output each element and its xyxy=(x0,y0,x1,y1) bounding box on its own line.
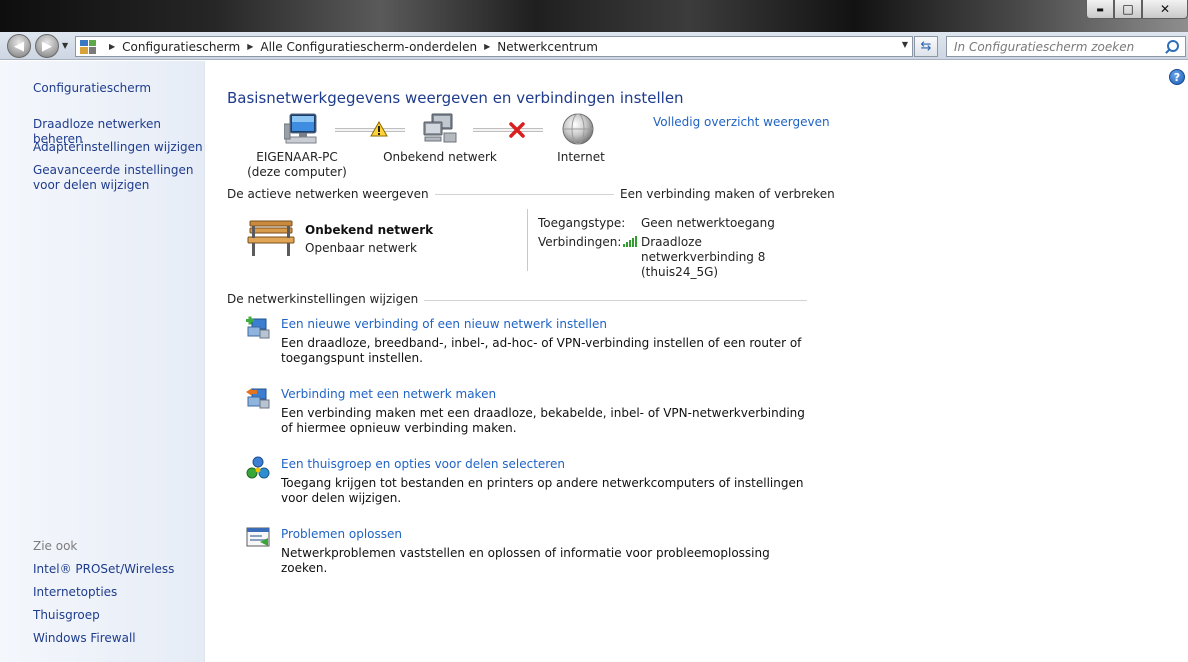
computer-subtitle: (deze computer) xyxy=(247,165,347,179)
connection-name[interactable]: Draadloze netwerkverbinding 8 xyxy=(641,235,816,265)
troubleshoot-icon[interactable] xyxy=(246,526,270,550)
address-dropdown-icon[interactable]: ▼ xyxy=(902,40,908,49)
connection-ssid[interactable]: (thuis24_5G) xyxy=(641,265,816,280)
refresh-icon: ⇆ xyxy=(920,39,932,54)
task-homegroup-link[interactable]: Een thuisgroep en opties voor delen sele… xyxy=(281,457,565,471)
active-networks-heading: De actieve netwerken weergeven xyxy=(227,187,435,201)
forward-arrow-icon: ▶ xyxy=(42,38,52,54)
sidebar-link-sharing[interactable]: Geavanceerde instellingen voor delen wij… xyxy=(33,163,203,193)
red-x-icon xyxy=(509,122,525,138)
caption-buttons: ▬ □ ✕ xyxy=(1086,0,1188,20)
computer-label: EIGENAAR-PC (deze computer) xyxy=(237,150,357,180)
task-homegroup-desc: Toegang krijgen tot bestanden en printer… xyxy=(281,476,804,505)
back-button[interactable]: ◀ xyxy=(7,34,31,58)
chevron-right-icon[interactable]: ▶ xyxy=(109,42,115,51)
connections-label: Verbindingen: xyxy=(538,235,622,249)
see-also-heading: Zie ook xyxy=(33,539,78,553)
window-titlebar: ▬ □ ✕ xyxy=(0,0,1188,32)
address-bar[interactable]: ▶ Configuratiescherm ▶ Alle Configuratie… xyxy=(75,36,913,57)
refresh-button[interactable]: ⇆ xyxy=(914,36,938,57)
recent-pages-dropdown[interactable]: ▼ xyxy=(62,41,68,50)
minimize-button[interactable]: ▬ xyxy=(1086,0,1114,19)
search-input[interactable]: In Configuratiescherm zoeken xyxy=(947,40,1164,54)
computer-name: EIGENAAR-PC xyxy=(256,150,338,164)
network-icon[interactable] xyxy=(422,112,458,146)
wireless-connection-link[interactable]: Draadloze netwerkverbinding 8 (thuis24_5… xyxy=(641,235,816,280)
active-network-type[interactable]: Openbaar netwerk xyxy=(305,241,417,255)
homegroup-icon[interactable] xyxy=(246,456,270,480)
page-title: Basisnetwerkgegevens weergeven en verbin… xyxy=(227,89,684,107)
search-box[interactable]: In Configuratiescherm zoeken xyxy=(946,36,1186,57)
see-also-firewall[interactable]: Windows Firewall xyxy=(33,631,203,646)
vertical-divider xyxy=(527,209,528,271)
breadcrumb-control-panel[interactable]: Configuratiescherm xyxy=(122,40,240,54)
internet-globe-icon[interactable] xyxy=(561,112,595,146)
sidebar-link-adapter[interactable]: Adapterinstellingen wijzigen xyxy=(33,140,203,155)
maximize-button[interactable]: □ xyxy=(1114,0,1142,19)
connect-disconnect-link[interactable]: Een verbinding maken of verbreken xyxy=(614,187,835,201)
main-content: ? Basisnetwerkgegevens weergeven en verb… xyxy=(206,61,1188,662)
change-settings-heading: De netwerkinstellingen wijzigen xyxy=(227,292,425,306)
new-connection-icon[interactable] xyxy=(246,316,270,340)
internet-label: Internet xyxy=(557,150,605,164)
see-also-homegroup[interactable]: Thuisgroep xyxy=(33,608,203,623)
full-map-link[interactable]: Volledig overzicht weergeven xyxy=(653,115,830,129)
task-new-connection-link[interactable]: Een nieuwe verbinding of een nieuw netwe… xyxy=(281,317,607,331)
breadcrumb-all-items[interactable]: Alle Configuratiescherm-onderdelen xyxy=(260,40,477,54)
search-icon[interactable] xyxy=(1164,38,1182,56)
public-network-bench-icon[interactable] xyxy=(246,217,296,259)
back-arrow-icon: ◀ xyxy=(14,38,24,54)
task-troubleshoot-link[interactable]: Problemen oplossen xyxy=(281,527,402,541)
chevron-right-icon[interactable]: ▶ xyxy=(484,42,490,51)
task-new-connection-desc: Een draadloze, breedband-, inbel-, ad-ho… xyxy=(281,336,802,365)
task-connect-network-link[interactable]: Verbinding met een netwerk maken xyxy=(281,387,496,401)
see-also-internet-options[interactable]: Internetopties xyxy=(33,585,203,600)
sidebar-home-link[interactable]: Configuratiescherm xyxy=(33,81,203,96)
control-panel-icon xyxy=(80,39,96,54)
breadcrumb-network-center[interactable]: Netwerkcentrum xyxy=(497,40,598,54)
see-also-intel[interactable]: Intel® PROSet/Wireless xyxy=(33,562,203,577)
warning-icon xyxy=(370,121,388,137)
access-type-label: Toegangstype: xyxy=(538,216,626,230)
chevron-right-icon[interactable]: ▶ xyxy=(247,42,253,51)
navigation-bar: ◀ ▶ ▼ ▶ Configuratiescherm ▶ Alle Config… xyxy=(0,32,1188,60)
task-connect-network-desc: Een verbinding maken met een draadloze, … xyxy=(281,406,805,435)
help-icon[interactable]: ? xyxy=(1169,69,1185,85)
wifi-signal-icon xyxy=(623,236,637,247)
network-label: Onbekend netwerk xyxy=(383,150,497,164)
forward-button[interactable]: ▶ xyxy=(35,34,59,58)
close-button[interactable]: ✕ xyxy=(1142,0,1188,19)
access-type-value: Geen netwerktoegang xyxy=(641,216,775,230)
sidebar: Configuratiescherm Draadloze netwerken b… xyxy=(0,61,205,662)
active-network-name: Onbekend netwerk xyxy=(305,223,434,237)
connect-network-icon[interactable] xyxy=(246,386,270,410)
computer-icon[interactable] xyxy=(284,112,320,146)
task-troubleshoot-desc: Netwerkproblemen vaststellen en oplossen… xyxy=(281,546,770,575)
